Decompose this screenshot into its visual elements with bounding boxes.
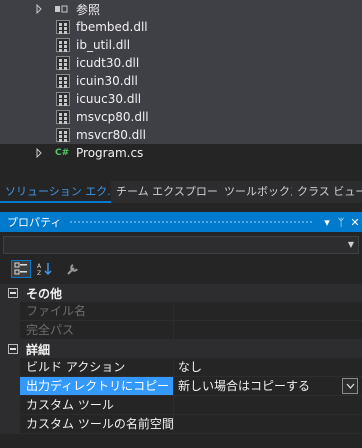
property-pages-button[interactable] xyxy=(63,260,83,278)
file-label: icudt30.dll xyxy=(76,56,140,70)
expand-arrow-icon[interactable] xyxy=(34,4,44,14)
property-row-build-action[interactable]: ビルド アクション なし xyxy=(0,358,362,377)
solution-explorer-tree: 参照 fbembed.dll ib_util.dll icudt30.dll i… xyxy=(0,0,362,162)
property-name: カスタム ツールの名前空間 xyxy=(20,415,174,433)
property-row-custom-tool-namespace[interactable]: カスタム ツールの名前空間 xyxy=(0,415,362,434)
close-icon[interactable]: ✕ xyxy=(348,216,362,229)
dropdown-menu-icon[interactable]: ▾ xyxy=(320,216,334,229)
tree-item-references[interactable]: 参照 xyxy=(0,0,362,18)
tree-item-program[interactable]: C# Program.cs xyxy=(0,144,362,162)
tab-team-explorer[interactable]: チーム エクスプロー... xyxy=(111,181,219,203)
svg-text:A: A xyxy=(37,263,42,270)
property-value[interactable] xyxy=(174,415,362,433)
dll-file-icon xyxy=(56,128,70,142)
tree-item-file[interactable]: msvcp80.dll xyxy=(0,108,362,126)
dll-file-icon xyxy=(56,110,70,124)
property-row-filename[interactable]: ファイル名 xyxy=(0,302,362,321)
tab-solution-explorer[interactable]: ソリューション エク... xyxy=(0,181,111,203)
svg-text:Z: Z xyxy=(37,270,41,276)
title-grip xyxy=(69,220,312,224)
property-value xyxy=(174,302,362,320)
properties-title: プロパティ xyxy=(7,216,62,229)
object-selector[interactable]: ▼ xyxy=(3,236,359,254)
tree-item-file[interactable]: icuuc30.dll xyxy=(0,90,362,108)
categorized-button[interactable] xyxy=(11,260,31,278)
chevron-down-icon xyxy=(346,383,354,389)
wrench-icon xyxy=(67,264,78,275)
chevron-down-icon[interactable]: ▼ xyxy=(348,240,354,249)
file-label: fbembed.dll xyxy=(76,20,148,34)
dll-file-icon xyxy=(56,92,70,106)
categorized-icon xyxy=(14,262,27,275)
tree-item-file[interactable]: ib_util.dll xyxy=(0,36,362,54)
property-row-custom-tool[interactable]: カスタム ツール xyxy=(0,396,362,415)
dll-file-icon xyxy=(56,20,70,34)
property-grid: その他 ファイル名 完全パス 詳細 ビルド アクション なし 出力ディレクトリに… xyxy=(0,284,362,434)
program-label: Program.cs xyxy=(76,146,144,160)
category-advanced[interactable]: 詳細 xyxy=(0,340,362,358)
expand-arrow-icon[interactable] xyxy=(34,148,44,158)
property-row-fullpath[interactable]: 完全パス xyxy=(0,321,362,340)
file-label: ib_util.dll xyxy=(76,38,131,52)
dropdown-button[interactable] xyxy=(342,378,358,394)
dll-file-icon xyxy=(56,56,70,70)
tab-toolbox[interactable]: ツールボックス xyxy=(219,181,292,203)
property-name: ビルド アクション xyxy=(20,358,174,376)
property-name: カスタム ツール xyxy=(20,396,174,414)
category-label: 詳細 xyxy=(26,342,51,357)
property-value-select[interactable]: 新しい場合はコピーする xyxy=(174,377,362,395)
tree-item-file[interactable]: msvcr80.dll xyxy=(0,126,362,144)
dll-file-icon xyxy=(56,74,70,88)
property-value: 新しい場合はコピーする xyxy=(178,379,311,393)
category-misc[interactable]: その他 xyxy=(0,284,362,302)
tree-item-file[interactable]: icuin30.dll xyxy=(0,72,362,90)
references-label: 参照 xyxy=(76,2,101,17)
property-value xyxy=(174,321,362,339)
alphabetical-sort-icon: A Z xyxy=(37,263,52,276)
file-label: icuuc30.dll xyxy=(76,92,142,106)
csharp-file-icon: C# xyxy=(55,148,70,158)
property-value[interactable] xyxy=(174,396,362,414)
property-name: 完全パス xyxy=(20,321,174,339)
collapse-icon[interactable] xyxy=(8,288,18,298)
tab-class-view[interactable]: クラス ビュー xyxy=(292,181,362,203)
properties-toolbar: A Z xyxy=(0,256,362,282)
references-icon xyxy=(55,5,68,13)
tool-window-tabs: ソリューション エク... チーム エクスプロー... ツールボックス クラス … xyxy=(0,181,362,203)
property-value[interactable]: なし xyxy=(174,358,362,376)
pin-icon[interactable]: ᛘ xyxy=(334,216,348,229)
tree-item-file[interactable]: fbembed.dll xyxy=(0,18,362,36)
category-label: その他 xyxy=(26,286,63,301)
collapse-icon[interactable] xyxy=(8,344,18,354)
property-row-copy-to-output[interactable]: 出力ディレクトリにコピー 新しい場合はコピーする xyxy=(0,377,362,396)
tree-item-file[interactable]: icudt30.dll xyxy=(0,54,362,72)
property-name: 出力ディレクトリにコピー xyxy=(20,377,174,395)
properties-title-bar: プロパティ ▾ ᛘ ✕ xyxy=(0,212,362,232)
file-label: icuin30.dll xyxy=(76,74,138,88)
file-label: msvcr80.dll xyxy=(76,128,146,142)
file-label: msvcp80.dll xyxy=(76,110,149,124)
property-name: ファイル名 xyxy=(20,302,174,320)
alphabetical-button[interactable]: A Z xyxy=(35,260,55,278)
dll-file-icon xyxy=(56,38,70,52)
